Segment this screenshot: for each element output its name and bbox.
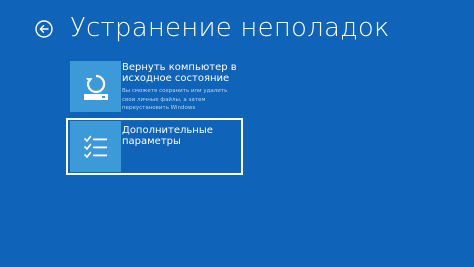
option-tile	[70, 121, 121, 172]
back-button[interactable]	[35, 20, 53, 38]
option-title: Дополнительные параметры	[122, 125, 213, 147]
reset-pc-option[interactable]: Вернуть компьютер в исходное состояние В…	[66, 58, 243, 115]
advanced-options-option[interactable]: Дополнительные параметры	[66, 118, 243, 175]
option-title: Вернуть компьютер в исходное состояние	[122, 62, 237, 84]
option-tile	[70, 61, 121, 112]
option-description: Вы сможете сохранить или удалить свои ли…	[122, 88, 228, 111]
checklist-icon	[83, 135, 107, 158]
page-title: Устранение неполадок	[70, 13, 390, 43]
back-arrow-icon	[35, 20, 53, 38]
reset-pc-icon	[83, 74, 108, 100]
